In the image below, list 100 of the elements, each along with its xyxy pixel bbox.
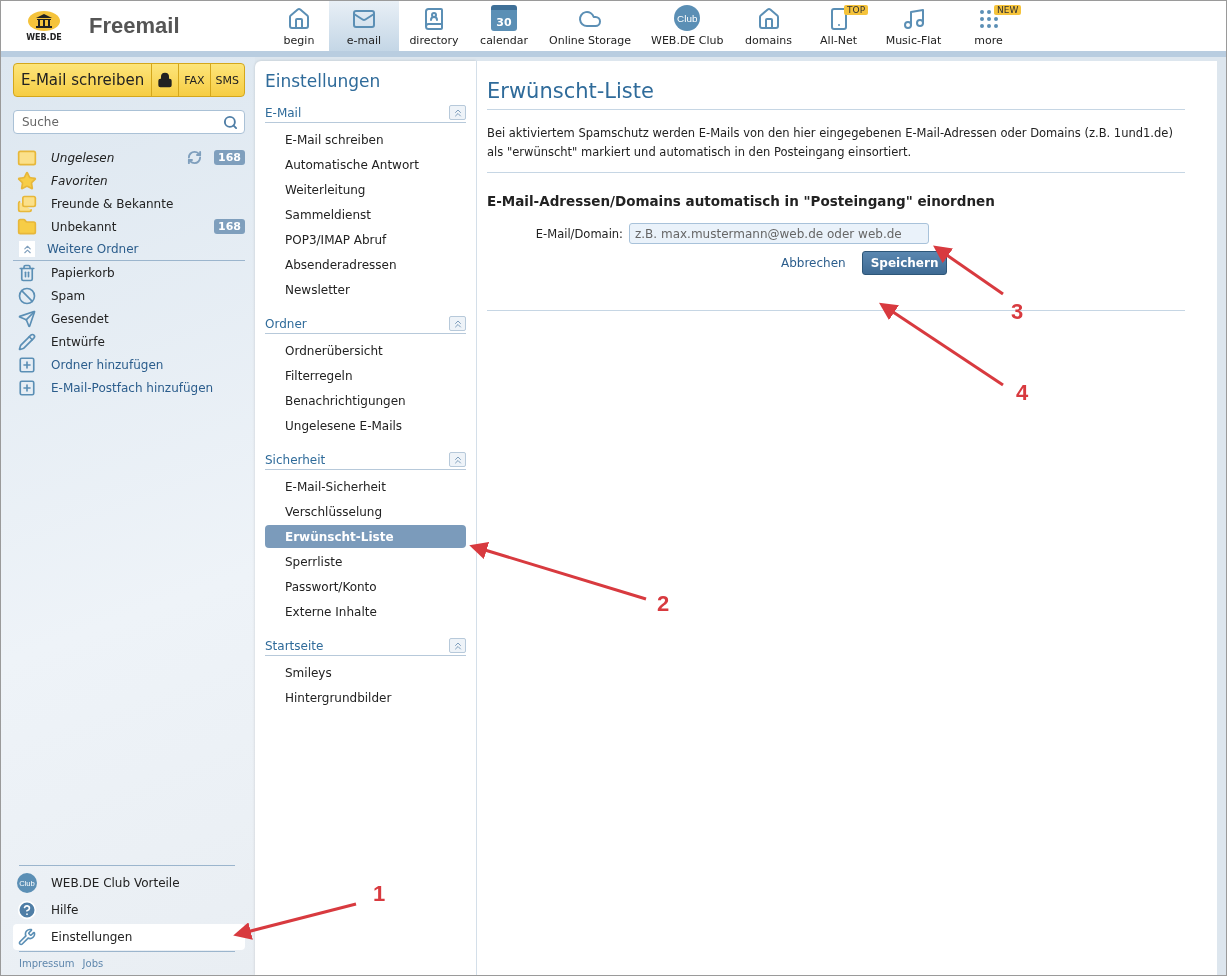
email-domain-field[interactable]: z.B. max.mustermann@web.de oder web.de	[629, 223, 929, 244]
annotation-number: 1	[373, 881, 386, 907]
settings-item[interactable]: Hintergrundbilder	[265, 686, 466, 709]
home-icon	[287, 7, 311, 31]
menu-item[interactable]: Einstellungen	[13, 924, 245, 950]
help-icon	[17, 900, 37, 920]
menu-label: Einstellungen	[51, 930, 133, 944]
paper-plane-icon	[18, 309, 36, 328]
plus-icon	[18, 378, 36, 397]
folder-item[interactable]: Spam	[13, 284, 245, 307]
folder-label: Favoriten	[51, 173, 109, 188]
folder-item[interactable]: Papierkorb	[13, 261, 245, 284]
folder-label: E-Mail-Postfach hinzufügen	[51, 380, 215, 395]
nav-tab[interactable]: Online Storage	[539, 1, 642, 51]
folder-item[interactable]: Unbekannt 168	[13, 215, 245, 238]
compose-button[interactable]: E-Mail schreiben	[14, 64, 152, 96]
collapse-toggle[interactable]	[449, 452, 466, 467]
settings-item[interactable]: Filterregeln	[265, 364, 466, 387]
nav-badge: TOP	[844, 5, 869, 15]
section-title: E-Mail	[265, 105, 302, 120]
section-heading: E-Mail-Adressen/Domains automatisch in "Posteingang" einordnen	[487, 193, 996, 209]
star-icon	[17, 170, 37, 191]
settings-item[interactable]: Weiterleitung	[265, 178, 466, 201]
folder-label: Entwürfe	[51, 334, 106, 349]
nav-tab[interactable]: begin	[269, 1, 329, 51]
club-icon: Club	[674, 5, 701, 31]
folder-label: Gesendet	[51, 311, 110, 326]
folder-item[interactable]: Entwürfe	[13, 330, 245, 353]
ban-icon	[18, 286, 36, 305]
nav-tab[interactable]: TOP All-Net	[803, 1, 874, 51]
collapse-toggle[interactable]	[449, 638, 466, 653]
folder-icon	[17, 216, 37, 237]
settings-item[interactable]: Sammeldienst	[265, 203, 466, 226]
folder-item[interactable]: Gesendet	[13, 307, 245, 330]
search-icon[interactable]	[223, 115, 238, 130]
folder-item[interactable]: Favoriten	[13, 169, 245, 192]
search-field[interactable]: Suche	[13, 110, 245, 134]
section-title: Sicherheit	[265, 452, 326, 467]
settings-item[interactable]: E-Mail schreiben	[265, 128, 466, 151]
annotation-number: 3	[1011, 299, 1024, 325]
annotation-number: 4	[1016, 380, 1029, 406]
settings-item[interactable]: Externe Inhalte	[265, 600, 466, 623]
settings-item[interactable]: Ordnerübersicht	[265, 339, 466, 362]
settings-item[interactable]: Benachrichtigungen	[265, 389, 466, 412]
nav-tab[interactable]: Club WEB.DE Club	[641, 1, 734, 51]
settings-item[interactable]: Absenderadressen	[265, 253, 466, 276]
nav-tab[interactable]: directory	[399, 1, 469, 51]
brand-title: Freemail	[89, 13, 181, 39]
panel-title: Einstellungen	[265, 71, 382, 91]
more-folders-header[interactable]: Weitere Ordner	[13, 238, 245, 261]
settings-item[interactable]: Sperrliste	[265, 550, 466, 573]
folder-item[interactable]: Freunde & Bekannte	[13, 192, 245, 215]
folder-label: Ordner hinzufügen	[51, 357, 165, 372]
folder-label: Freunde & Bekannte	[51, 196, 175, 211]
count-badge: 168	[214, 219, 245, 234]
menu-label: WEB.DE Club Vorteile	[51, 876, 180, 890]
page-title: Erwünscht-Liste	[487, 79, 1185, 110]
nav-tab[interactable]: domains	[733, 1, 804, 51]
settings-item[interactable]: E-Mail-Sicherheit	[265, 475, 466, 498]
nav-tab[interactable]: Music-Flat	[873, 1, 954, 51]
compose-option-button[interactable]: SMS	[209, 64, 244, 96]
calendar-icon: 30	[491, 5, 517, 31]
house-icon	[756, 7, 781, 31]
settings-item[interactable]: Newsletter	[265, 278, 466, 301]
trash-icon	[18, 263, 36, 282]
settings-item[interactable]: Verschlüsselung	[265, 500, 466, 523]
settings-item[interactable]: Smileys	[265, 661, 466, 684]
settings-item[interactable]: POP3/IMAP Abruf	[265, 228, 466, 251]
settings-item[interactable]: Passwort/Konto	[265, 575, 466, 598]
refresh-icon[interactable]	[187, 150, 203, 165]
wrench-icon	[18, 928, 36, 946]
nav-badge: NEW	[994, 5, 1022, 15]
folder-label: Spam	[51, 288, 87, 303]
section-title: Ordner	[265, 316, 307, 331]
save-button[interactable]: Speichern	[861, 251, 948, 275]
collapse-toggle[interactable]	[19, 241, 35, 257]
settings-item[interactable]: Ungelesene E-Mails	[265, 414, 466, 437]
collapse-toggle[interactable]	[449, 105, 466, 120]
folder-item[interactable]: Ungelesen 168	[13, 146, 245, 169]
add-link[interactable]: E-Mail-Postfach hinzufügen	[13, 376, 245, 399]
collapse-toggle[interactable]	[449, 316, 466, 331]
pencil-icon	[18, 332, 36, 351]
menu-item[interactable]: Hilfe	[13, 897, 245, 923]
description-text: Bei aktiviertem Spamschutz werden E-Mails von den hier eingegebenen E-Mail-Adressen oder Domains (z.B. 1und1.de) als "erwünscht" markiert und automatisch in den Posteingang einsortiert.	[487, 110, 1185, 173]
count-badge: 168	[214, 150, 245, 165]
folder-label: Ungelesen	[51, 150, 116, 165]
menu-label: Hilfe	[51, 903, 79, 917]
nav-tab[interactable]: NEW more	[953, 1, 1024, 51]
lock-icon	[157, 72, 174, 88]
folder-label: Unbekannt	[51, 219, 118, 234]
compose-option-button[interactable]: FAX	[178, 64, 210, 96]
nav-tab[interactable]: 30 calendar	[469, 1, 539, 51]
logo-icon	[27, 10, 61, 32]
cancel-link[interactable]: Abbrechen	[781, 256, 846, 270]
folder-label: Papierkorb	[51, 265, 116, 280]
settings-item[interactable]: Automatische Antwort	[265, 153, 466, 176]
annotation-number: 2	[657, 591, 670, 617]
nav-tab[interactable]: e-mail	[329, 1, 399, 51]
add-link[interactable]: Ordner hinzufügen	[13, 353, 245, 376]
music-note-icon	[901, 7, 926, 31]
